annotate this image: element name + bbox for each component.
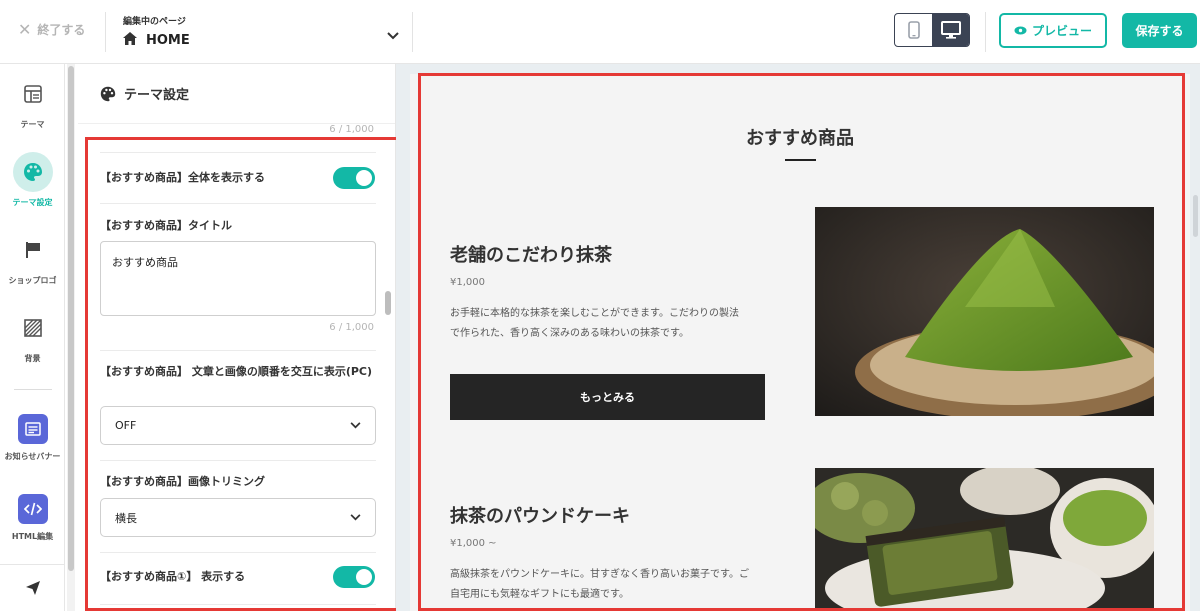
char-counter: 6 / 1,000 bbox=[329, 124, 374, 135]
hatched-square-icon bbox=[23, 319, 42, 337]
divider bbox=[100, 152, 376, 153]
more-button[interactable]: もっとみる bbox=[450, 374, 765, 420]
top-bar: ✕ 終了する 編集中のページ HOME プレビュー 保存する bbox=[0, 0, 1200, 64]
chevron-down-icon[interactable] bbox=[387, 25, 399, 44]
select-value: 横長 bbox=[115, 511, 137, 525]
panel-scrollbar-thumb[interactable] bbox=[385, 291, 391, 315]
page-name: HOME bbox=[146, 33, 190, 48]
send-icon bbox=[25, 581, 40, 595]
rail-scrollbar[interactable] bbox=[67, 64, 75, 611]
setting-label: 【おすすめ商品】画像トリミング bbox=[100, 475, 265, 488]
palette-icon bbox=[23, 163, 42, 181]
divider bbox=[985, 12, 986, 52]
product-price: ¥1,000 bbox=[450, 277, 485, 288]
divider bbox=[105, 12, 106, 52]
product-info: 老舗のこだわり抹茶 ¥1,000 お手軽に本格的な抹茶を楽しむことができます。こ… bbox=[450, 241, 765, 344]
rail-label: お知らせバナー bbox=[4, 452, 61, 461]
divider bbox=[100, 350, 376, 351]
matcha-powder-image bbox=[815, 207, 1154, 416]
chevron-down-icon bbox=[350, 422, 361, 429]
monitor-icon bbox=[940, 21, 961, 39]
product-price: ¥1,000 ~ bbox=[450, 538, 497, 549]
description-line: 高級抹茶をパウンドケーキに。甘すぎなく香り高いお菓子です。ご bbox=[450, 569, 749, 580]
setting-label: 【おすすめ商品】 文章と画像の順番を交互に表示(PC) bbox=[100, 365, 373, 378]
show-all-toggle[interactable] bbox=[333, 167, 375, 189]
title-textarea[interactable]: おすすめ商品 bbox=[100, 241, 376, 316]
preview-label: プレビュー bbox=[1031, 24, 1092, 38]
rail-item-theme-settings[interactable]: テーマ設定 bbox=[0, 152, 65, 208]
image-trimming-select[interactable]: 横長 bbox=[100, 498, 376, 537]
rail-label: HTML編集 bbox=[11, 532, 54, 541]
exit-button[interactable]: ✕ 終了する bbox=[18, 21, 85, 38]
rail-item-html-edit[interactable]: HTML編集 bbox=[0, 494, 65, 542]
alternate-order-select[interactable]: OFF bbox=[100, 406, 376, 445]
product-info: 抹茶のパウンドケーキ ¥1,000 ~ 高級抹茶をパウンドケーキに。甘すぎなく香… bbox=[450, 502, 765, 605]
divider bbox=[412, 12, 413, 52]
product-name: 抹茶のパウンドケーキ bbox=[450, 506, 630, 527]
palette-icon bbox=[100, 86, 116, 101]
section-title: おすすめ商品 bbox=[746, 128, 854, 149]
product-description: 高級抹茶をパウンドケーキに。甘すぎなく香り高いお菓子です。ご 自宅用にも気軽なギ… bbox=[450, 565, 765, 605]
panel-header: テーマ設定 bbox=[78, 64, 395, 124]
alternate-order-setting: 【おすすめ商品】 文章と画像の順番を交互に表示(PC) bbox=[100, 364, 376, 380]
theme-settings-panel: テーマ設定 6 / 1,000 【おすすめ商品】全体を表示する 【おすすめ商品】… bbox=[78, 64, 396, 611]
select-value: OFF bbox=[115, 419, 137, 432]
image-trimming-setting: 【おすすめ商品】画像トリミング bbox=[100, 474, 376, 490]
rail-label: ショップロゴ bbox=[8, 276, 57, 285]
rail-item-shop-logo[interactable]: ショップロゴ bbox=[0, 230, 65, 286]
rail-divider bbox=[14, 389, 52, 390]
code-icon bbox=[23, 502, 42, 516]
divider bbox=[100, 460, 376, 461]
rail-label: テーマ設定 bbox=[12, 198, 53, 207]
scrollbar-thumb[interactable] bbox=[68, 66, 74, 571]
title-setting: 【おすすめ商品】タイトル bbox=[100, 218, 376, 234]
device-toggle bbox=[894, 13, 970, 47]
page-selector[interactable]: 編集中のページ HOME bbox=[123, 14, 190, 49]
save-button[interactable]: 保存する bbox=[1122, 13, 1197, 48]
banner-icon bbox=[24, 422, 41, 436]
desktop-view-button[interactable] bbox=[932, 14, 969, 46]
rail-item-background[interactable]: 背景 bbox=[0, 308, 65, 364]
smartphone-icon bbox=[907, 21, 920, 39]
send-button[interactable] bbox=[0, 564, 65, 611]
divider bbox=[100, 552, 376, 553]
rail-item-theme[interactable]: テーマ bbox=[0, 74, 65, 130]
description-line: 自宅用にも気軽なギフトにも最適です。 bbox=[450, 589, 629, 600]
description-line: で作られた、香り高く深みのある味わいの抹茶です。 bbox=[450, 328, 689, 339]
side-rail: テーマ テーマ設定 ショップロゴ 背景 お知らせバナー HTML編集 bbox=[0, 64, 65, 611]
char-counter: 6 / 1,000 bbox=[329, 322, 374, 333]
title-underline bbox=[785, 159, 816, 161]
rail-label: テーマ bbox=[20, 120, 45, 129]
setting-label: 【おすすめ商品】タイトル bbox=[100, 219, 232, 232]
toggle-knob bbox=[356, 569, 372, 585]
exit-label: 終了する bbox=[37, 23, 86, 37]
mobile-view-button[interactable] bbox=[895, 14, 932, 46]
close-icon: ✕ bbox=[18, 19, 32, 39]
eye-icon bbox=[1014, 26, 1027, 35]
flag-icon bbox=[25, 242, 40, 258]
home-icon bbox=[123, 32, 137, 49]
divider bbox=[100, 203, 376, 204]
rail-item-notice-banner[interactable]: お知らせバナー bbox=[0, 414, 65, 462]
rail-label: 背景 bbox=[24, 354, 41, 363]
item1-show-toggle[interactable] bbox=[333, 566, 375, 588]
panel-title: テーマ設定 bbox=[124, 88, 190, 103]
product-name: 老舗のこだわり抹茶 bbox=[450, 245, 612, 266]
description-line: お手軽に本格的な抹茶を楽しむことができます。こだわりの製法 bbox=[450, 308, 739, 319]
pound-cake-image bbox=[815, 468, 1154, 611]
preview-button[interactable]: プレビュー bbox=[999, 13, 1107, 48]
chevron-down-icon bbox=[350, 514, 361, 521]
toggle-knob bbox=[356, 170, 372, 186]
editing-caption: 編集中のページ bbox=[123, 17, 186, 27]
preview-scrollbar-thumb[interactable] bbox=[1193, 195, 1198, 237]
page-preview: おすすめ商品 老舗のこだわり抹茶 ¥1,000 お手軽に本格的な抹茶を楽しむこと… bbox=[410, 74, 1190, 611]
divider bbox=[100, 604, 376, 605]
layout-icon bbox=[23, 85, 42, 103]
product-description: お手軽に本格的な抹茶を楽しむことができます。こだわりの製法 で作られた、香り高く… bbox=[450, 304, 765, 344]
